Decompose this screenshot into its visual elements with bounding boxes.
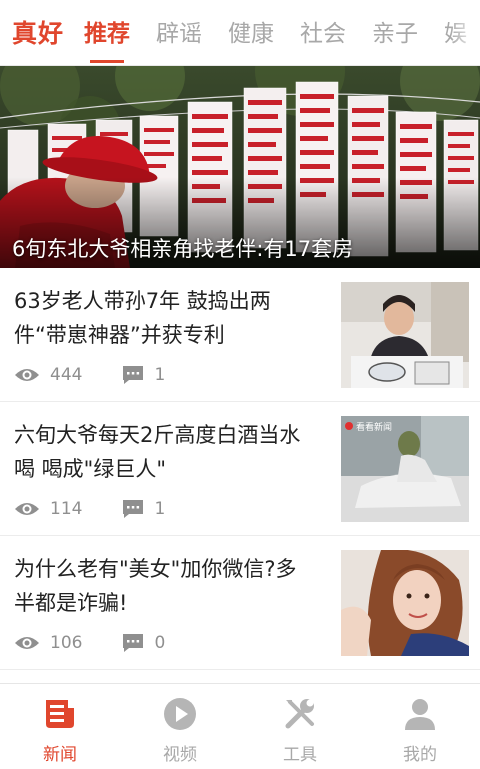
nav-news-label: 新闻 (43, 745, 77, 765)
hero-banner[interactable]: 6旬东北大爷相亲角找老伴:有17套房 (0, 66, 480, 268)
comment-count-value: 1 (154, 365, 166, 385)
news-icon (46, 700, 74, 728)
nav-news[interactable]: 新闻 (0, 684, 120, 769)
nav-video-label: 视频 (163, 745, 197, 765)
tab-recommend[interactable]: 推荐 (84, 14, 130, 63)
nav-profile-label: 我的 (403, 745, 437, 765)
comment-icon (123, 500, 144, 518)
nav-video[interactable]: 视频 (120, 684, 240, 769)
news-item[interactable]: 六旬大爷每天2斤高度白酒当水喝 喝成"绿巨人" 114 1 看看新闻 (0, 402, 480, 536)
tabs-fade (450, 0, 480, 66)
eye-icon (15, 503, 39, 515)
tab-society[interactable]: 社会 (300, 14, 346, 54)
news-item[interactable]: 为什么老有"美女"加你微信?多半都是诈骗! 106 0 (0, 536, 480, 670)
comment-icon (123, 634, 144, 652)
view-count: 114 (14, 499, 82, 519)
brand-tab[interactable]: 真好 (12, 14, 64, 50)
news-thumbnail: 看看新闻 (341, 416, 469, 522)
play-icon (164, 698, 196, 730)
nav-tools[interactable]: 工具 (240, 684, 360, 769)
comment-count: 1 (122, 365, 165, 385)
view-count: 444 (14, 365, 82, 385)
news-title: 63岁老人带孙7年 鼓捣出两件“带崽神器”并获专利 (14, 289, 271, 347)
category-bar: 真好 推荐 辟谣 健康 社会 亲子 娱 (0, 0, 480, 66)
hero-title: 6旬东北大爷相亲角找老伴:有17套房 (12, 237, 354, 261)
news-title: 六旬大爷每天2斤高度白酒当水喝 喝成"绿巨人" (14, 423, 301, 481)
thumbnail-image (341, 282, 469, 388)
nav-tools-label: 工具 (283, 745, 317, 765)
bottom-nav: 新闻 视频 工具 我的 (0, 683, 480, 769)
comment-count: 1 (122, 499, 165, 519)
news-title: 为什么老有"美女"加你微信?多半都是诈骗! (14, 557, 297, 615)
tools-icon (285, 699, 314, 729)
comment-count: 0 (122, 633, 165, 653)
eye-icon (15, 637, 39, 649)
thumbnail-image (341, 550, 469, 656)
news-meta: 106 0 (14, 633, 165, 653)
comment-icon (123, 366, 144, 384)
news-item[interactable]: 63岁老人带孙7年 鼓捣出两件“带崽神器”并获专利 444 1 (0, 268, 480, 402)
news-thumbnail (341, 282, 469, 388)
news-meta: 444 1 (14, 365, 165, 385)
news-thumbnail (341, 550, 469, 656)
nav-profile[interactable]: 我的 (360, 684, 480, 769)
category-tabs: 推荐 辟谣 健康 社会 亲子 娱 (84, 14, 480, 63)
view-count-value: 114 (50, 499, 83, 519)
tab-health[interactable]: 健康 (228, 14, 274, 54)
comment-count-value: 0 (154, 633, 166, 653)
tab-rumor[interactable]: 辟谣 (156, 14, 202, 54)
user-icon (405, 699, 435, 730)
thumbnail-watermark: 看看新闻 (356, 423, 393, 433)
news-meta: 114 1 (14, 499, 165, 519)
view-count: 106 (14, 633, 82, 653)
view-count-value: 106 (50, 633, 83, 653)
tab-parenting[interactable]: 亲子 (372, 14, 418, 54)
eye-icon (15, 369, 39, 381)
comment-count-value: 1 (154, 499, 166, 519)
view-count-value: 444 (50, 365, 83, 385)
